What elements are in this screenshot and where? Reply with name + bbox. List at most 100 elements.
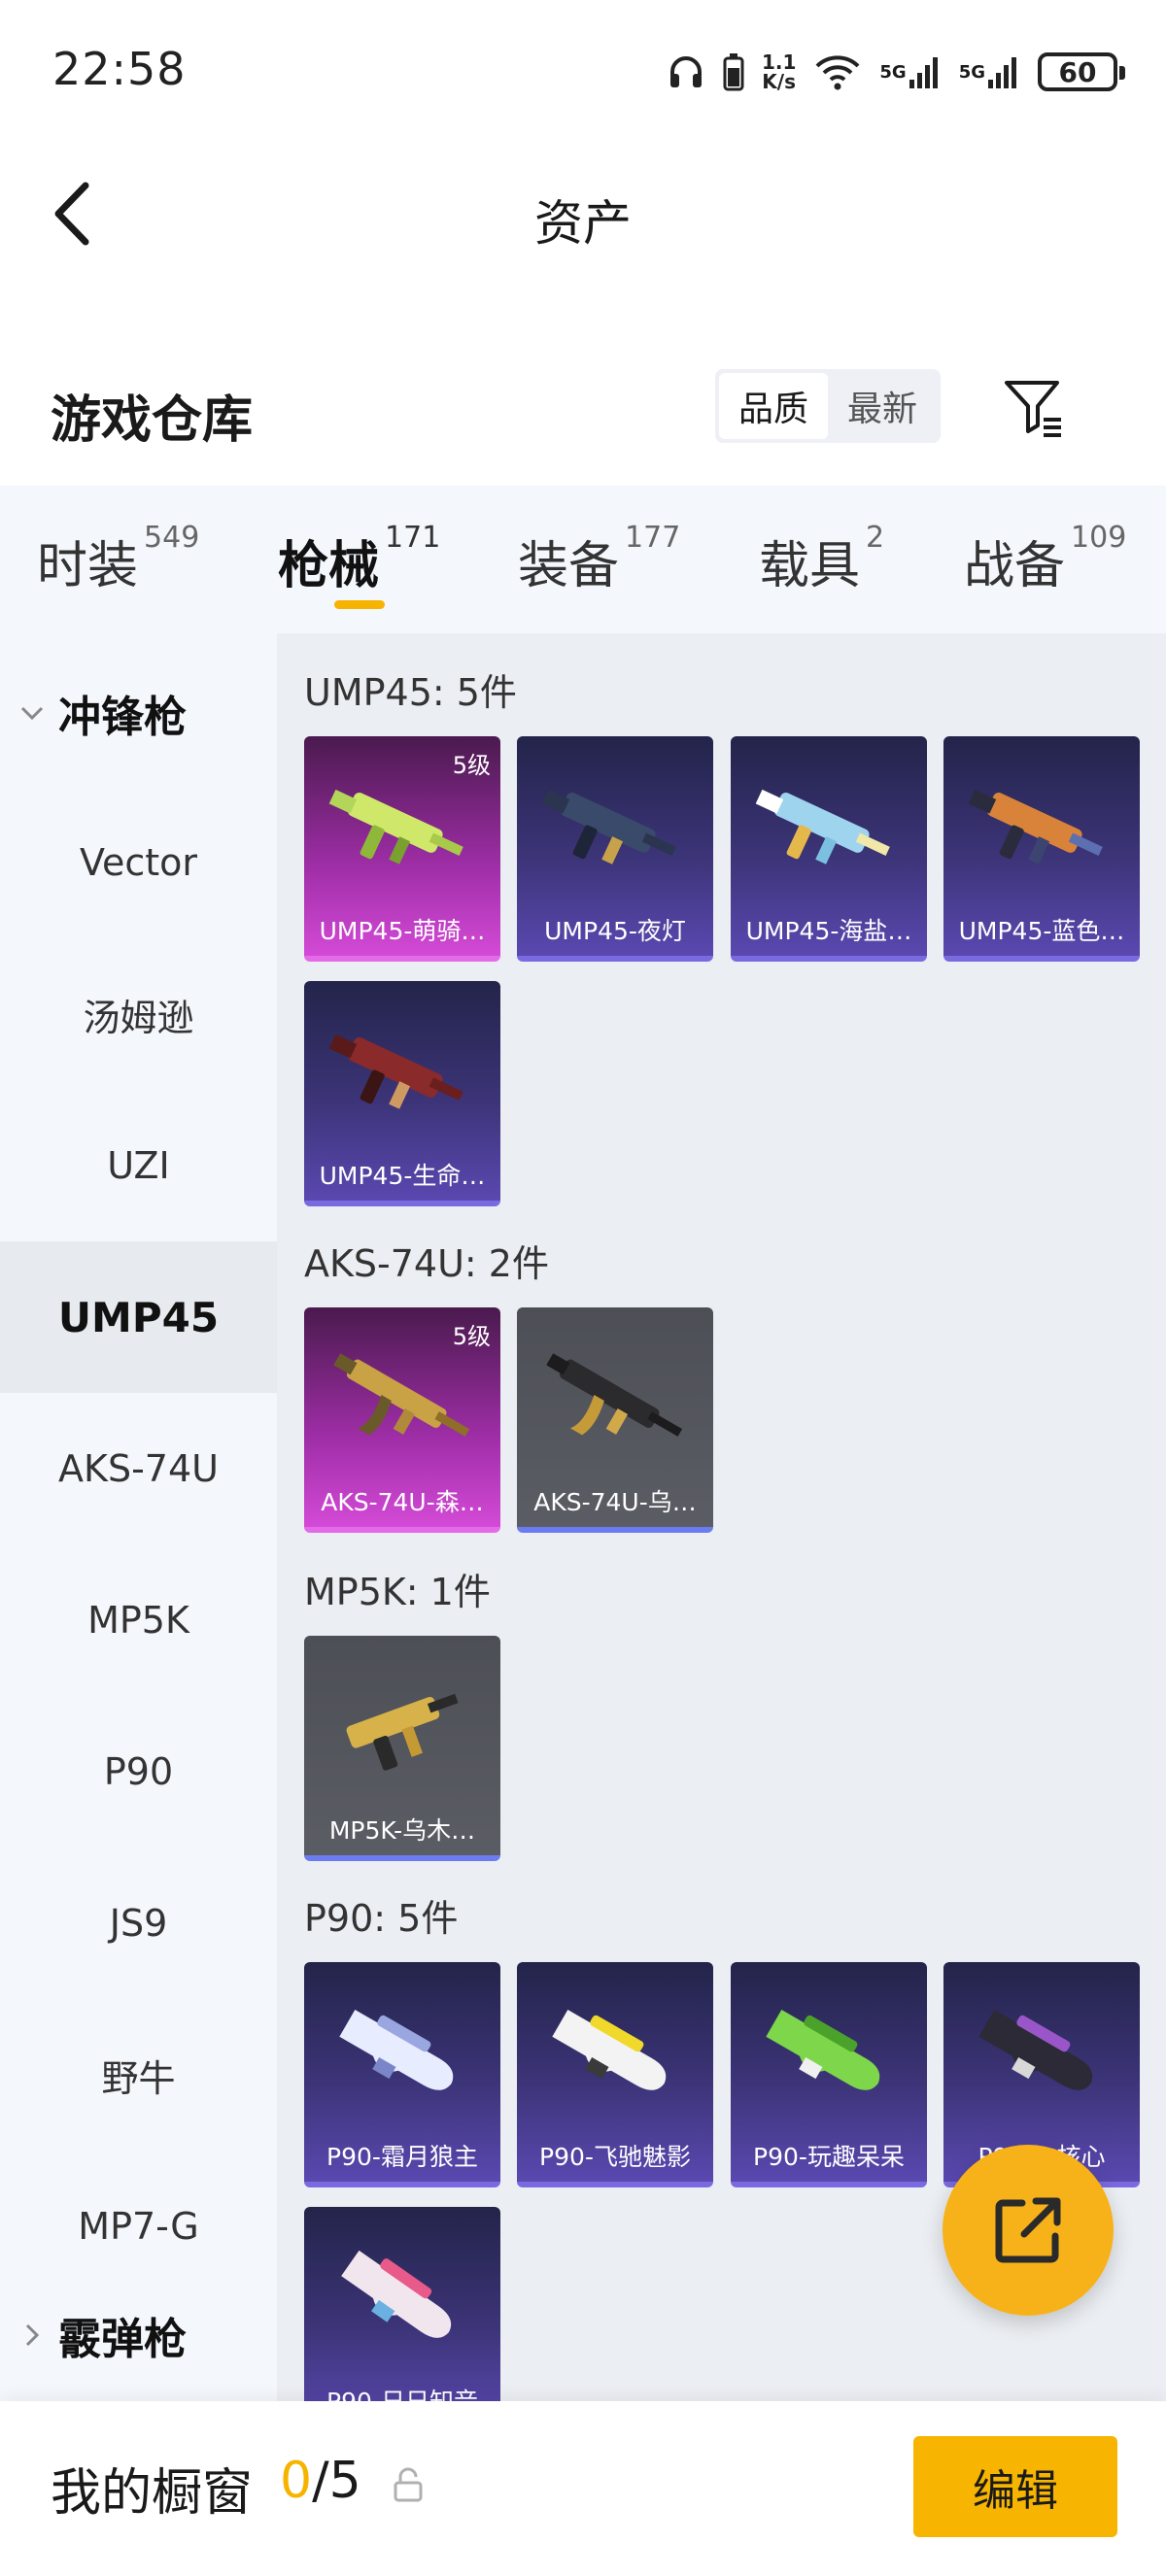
item-name: AKS-74U-乌… xyxy=(533,1488,697,1516)
item-card[interactable]: UMP45-海盐… xyxy=(731,736,927,962)
sidebar-item-ump45[interactable]: UMP45 xyxy=(0,1241,277,1393)
category-tabs: 时装 549 枪械 171 装备 177 载具 2 战备 109 xyxy=(0,486,1166,633)
item-name: P90-玩趣呆呆 xyxy=(753,2143,905,2171)
sort-toggle: 品质 最新 xyxy=(715,369,941,443)
gun-image-icon xyxy=(328,789,463,864)
tab-vehicles[interactable]: 载具 2 xyxy=(759,521,884,597)
battery-icon: 60 xyxy=(1038,52,1125,91)
tab-label: 装备 xyxy=(518,537,620,595)
tab-equipment[interactable]: 装备 177 xyxy=(518,521,680,597)
sidebar-item-thompson[interactable]: 汤姆逊 xyxy=(0,938,277,1090)
wifi-icon xyxy=(813,52,862,91)
item-name: UMP45-萌骑… xyxy=(319,917,486,945)
showcase-total: /5 xyxy=(312,2452,361,2510)
gun-image-icon xyxy=(328,1034,463,1109)
small-battery-icon xyxy=(723,52,744,91)
gun-image-icon xyxy=(968,789,1103,864)
sidebar-item-bison[interactable]: 野牛 xyxy=(0,1999,277,2151)
sidebar-group-shotgun[interactable]: 霰弹枪 xyxy=(17,2304,187,2366)
section-header: 游戏仓库 xyxy=(0,350,1166,466)
sidebar-group-smg[interactable]: 冲锋枪 xyxy=(17,682,187,744)
bottom-bar: 我的橱窗 0/5 编辑 xyxy=(0,2401,1166,2576)
signal2-label: 5G xyxy=(958,61,985,83)
section-title: 游戏仓库 xyxy=(51,391,254,450)
tab-count: 171 xyxy=(385,521,441,555)
filter-button[interactable] xyxy=(999,373,1069,443)
signal-5g-icon-1: 5G xyxy=(879,54,941,89)
gun-image-icon xyxy=(339,2010,454,2090)
chevron-right-icon xyxy=(25,2323,40,2347)
tab-label: 时装 xyxy=(37,537,139,595)
status-icons: 1.1 K/s 5G 5G 60 xyxy=(667,45,1125,99)
showcase-label: 我的橱窗 xyxy=(51,2464,254,2523)
sidebar-group-label: 霰弹枪 xyxy=(58,2315,187,2364)
gun-image-icon xyxy=(346,1693,459,1771)
sidebar-item-uzi[interactable]: UZI xyxy=(0,1090,277,1241)
sidebar-group-label: 冲锋枪 xyxy=(58,693,187,742)
item-card[interactable]: UMP45-生命… xyxy=(304,981,500,1206)
showcase-count: 0/5 xyxy=(280,2452,361,2510)
sidebar-item-mp5k[interactable]: MP5K xyxy=(0,1544,277,1696)
battery-level: 60 xyxy=(1058,55,1097,88)
page-title: 资产 xyxy=(534,195,632,252)
gun-image-icon xyxy=(541,789,676,864)
group-title-ump45: UMP45: 5件 xyxy=(304,671,517,714)
tab-label: 载具 xyxy=(759,537,861,595)
item-card[interactable]: UMP45-蓝色… xyxy=(943,736,1140,962)
sidebar-item-vector[interactable]: Vector xyxy=(0,787,277,938)
tab-guns[interactable]: 枪械 171 xyxy=(278,521,440,597)
app-header: 资产 xyxy=(0,146,1166,282)
group-title-p90: P90: 5件 xyxy=(304,1897,459,1940)
sidebar-item-js9[interactable]: JS9 xyxy=(0,1847,277,1999)
subcategory-sidebar: 冲锋枪 Vector 汤姆逊 UZI UMP45 AKS-74U MP5K P9… xyxy=(0,633,277,2401)
signal1-label: 5G xyxy=(879,61,907,83)
item-card[interactable]: 5级 UMP45-萌骑… xyxy=(304,736,500,962)
tab-count: 177 xyxy=(625,521,681,555)
sort-quality-option[interactable]: 品质 xyxy=(719,373,828,439)
signal-5g-icon-2: 5G xyxy=(959,54,1020,89)
sort-newest-option[interactable]: 最新 xyxy=(828,373,937,439)
item-card[interactable]: P90-日日知音 xyxy=(304,2207,500,2401)
tab-label: 枪械 xyxy=(278,537,380,595)
tab-count: 109 xyxy=(1071,521,1127,555)
filter-icon xyxy=(1005,381,1061,437)
sidebar-item-p90[interactable]: P90 xyxy=(0,1696,277,1847)
gun-image-icon xyxy=(341,2250,452,2338)
item-name: AKS-74U-森… xyxy=(321,1488,484,1516)
status-bar: 22:58 1.1 K/s 5G 5G 60 xyxy=(0,0,1166,146)
item-name: UMP45-夜灯 xyxy=(544,917,686,945)
tab-label: 战备 xyxy=(964,537,1066,595)
group-title-aks74u: AKS-74U: 2件 xyxy=(304,1242,549,1285)
edit-button[interactable]: 编辑 xyxy=(913,2436,1117,2537)
sidebar-item-aks74u[interactable]: AKS-74U xyxy=(0,1393,277,1544)
item-card[interactable]: P90-飞驰魅影 xyxy=(517,1962,713,2187)
gun-image-icon xyxy=(333,1353,470,1437)
tab-fashion[interactable]: 时装 549 xyxy=(37,521,199,597)
item-card[interactable]: P90-霜月狼主 xyxy=(304,1962,500,2187)
showcase-current: 0 xyxy=(280,2452,313,2510)
item-grid: UMP45: 5件 5级 UMP45-萌骑… UMP45-夜灯 UMP45-海盐… xyxy=(277,633,1166,2401)
item-card[interactable]: 5级 AKS-74U-森… xyxy=(304,1307,500,1533)
net-speed-unit: K/s xyxy=(762,70,797,93)
item-card[interactable]: MP5K-乌木… xyxy=(304,1636,500,1861)
gun-image-icon xyxy=(552,2010,667,2090)
external-link-icon xyxy=(995,2197,1061,2263)
tab-battle-prep[interactable]: 战备 109 xyxy=(964,521,1126,597)
share-fab-button[interactable] xyxy=(943,2145,1114,2316)
item-name: UMP45-生命… xyxy=(319,1162,486,1190)
headphones-icon xyxy=(667,52,705,91)
network-speed: 1.1 K/s xyxy=(762,52,796,91)
item-card[interactable]: P90-玩趣呆呆 xyxy=(731,1962,927,2187)
item-name: UMP45-蓝色… xyxy=(958,917,1125,945)
item-name: P90-飞驰魅影 xyxy=(539,2143,691,2171)
chevron-down-icon xyxy=(20,706,44,721)
gun-image-icon xyxy=(766,2010,880,2090)
lock-icon[interactable] xyxy=(391,2465,426,2504)
status-time: 22:58 xyxy=(52,43,187,95)
item-card[interactable]: UMP45-夜灯 xyxy=(517,736,713,962)
sidebar-item-mp7g[interactable]: MP7-G xyxy=(0,2151,277,2302)
item-card[interactable]: AKS-74U-乌… xyxy=(517,1307,713,1533)
tab-count: 549 xyxy=(144,521,200,555)
item-name: P90-日日知音 xyxy=(304,2378,500,2401)
gun-image-icon xyxy=(755,789,890,864)
